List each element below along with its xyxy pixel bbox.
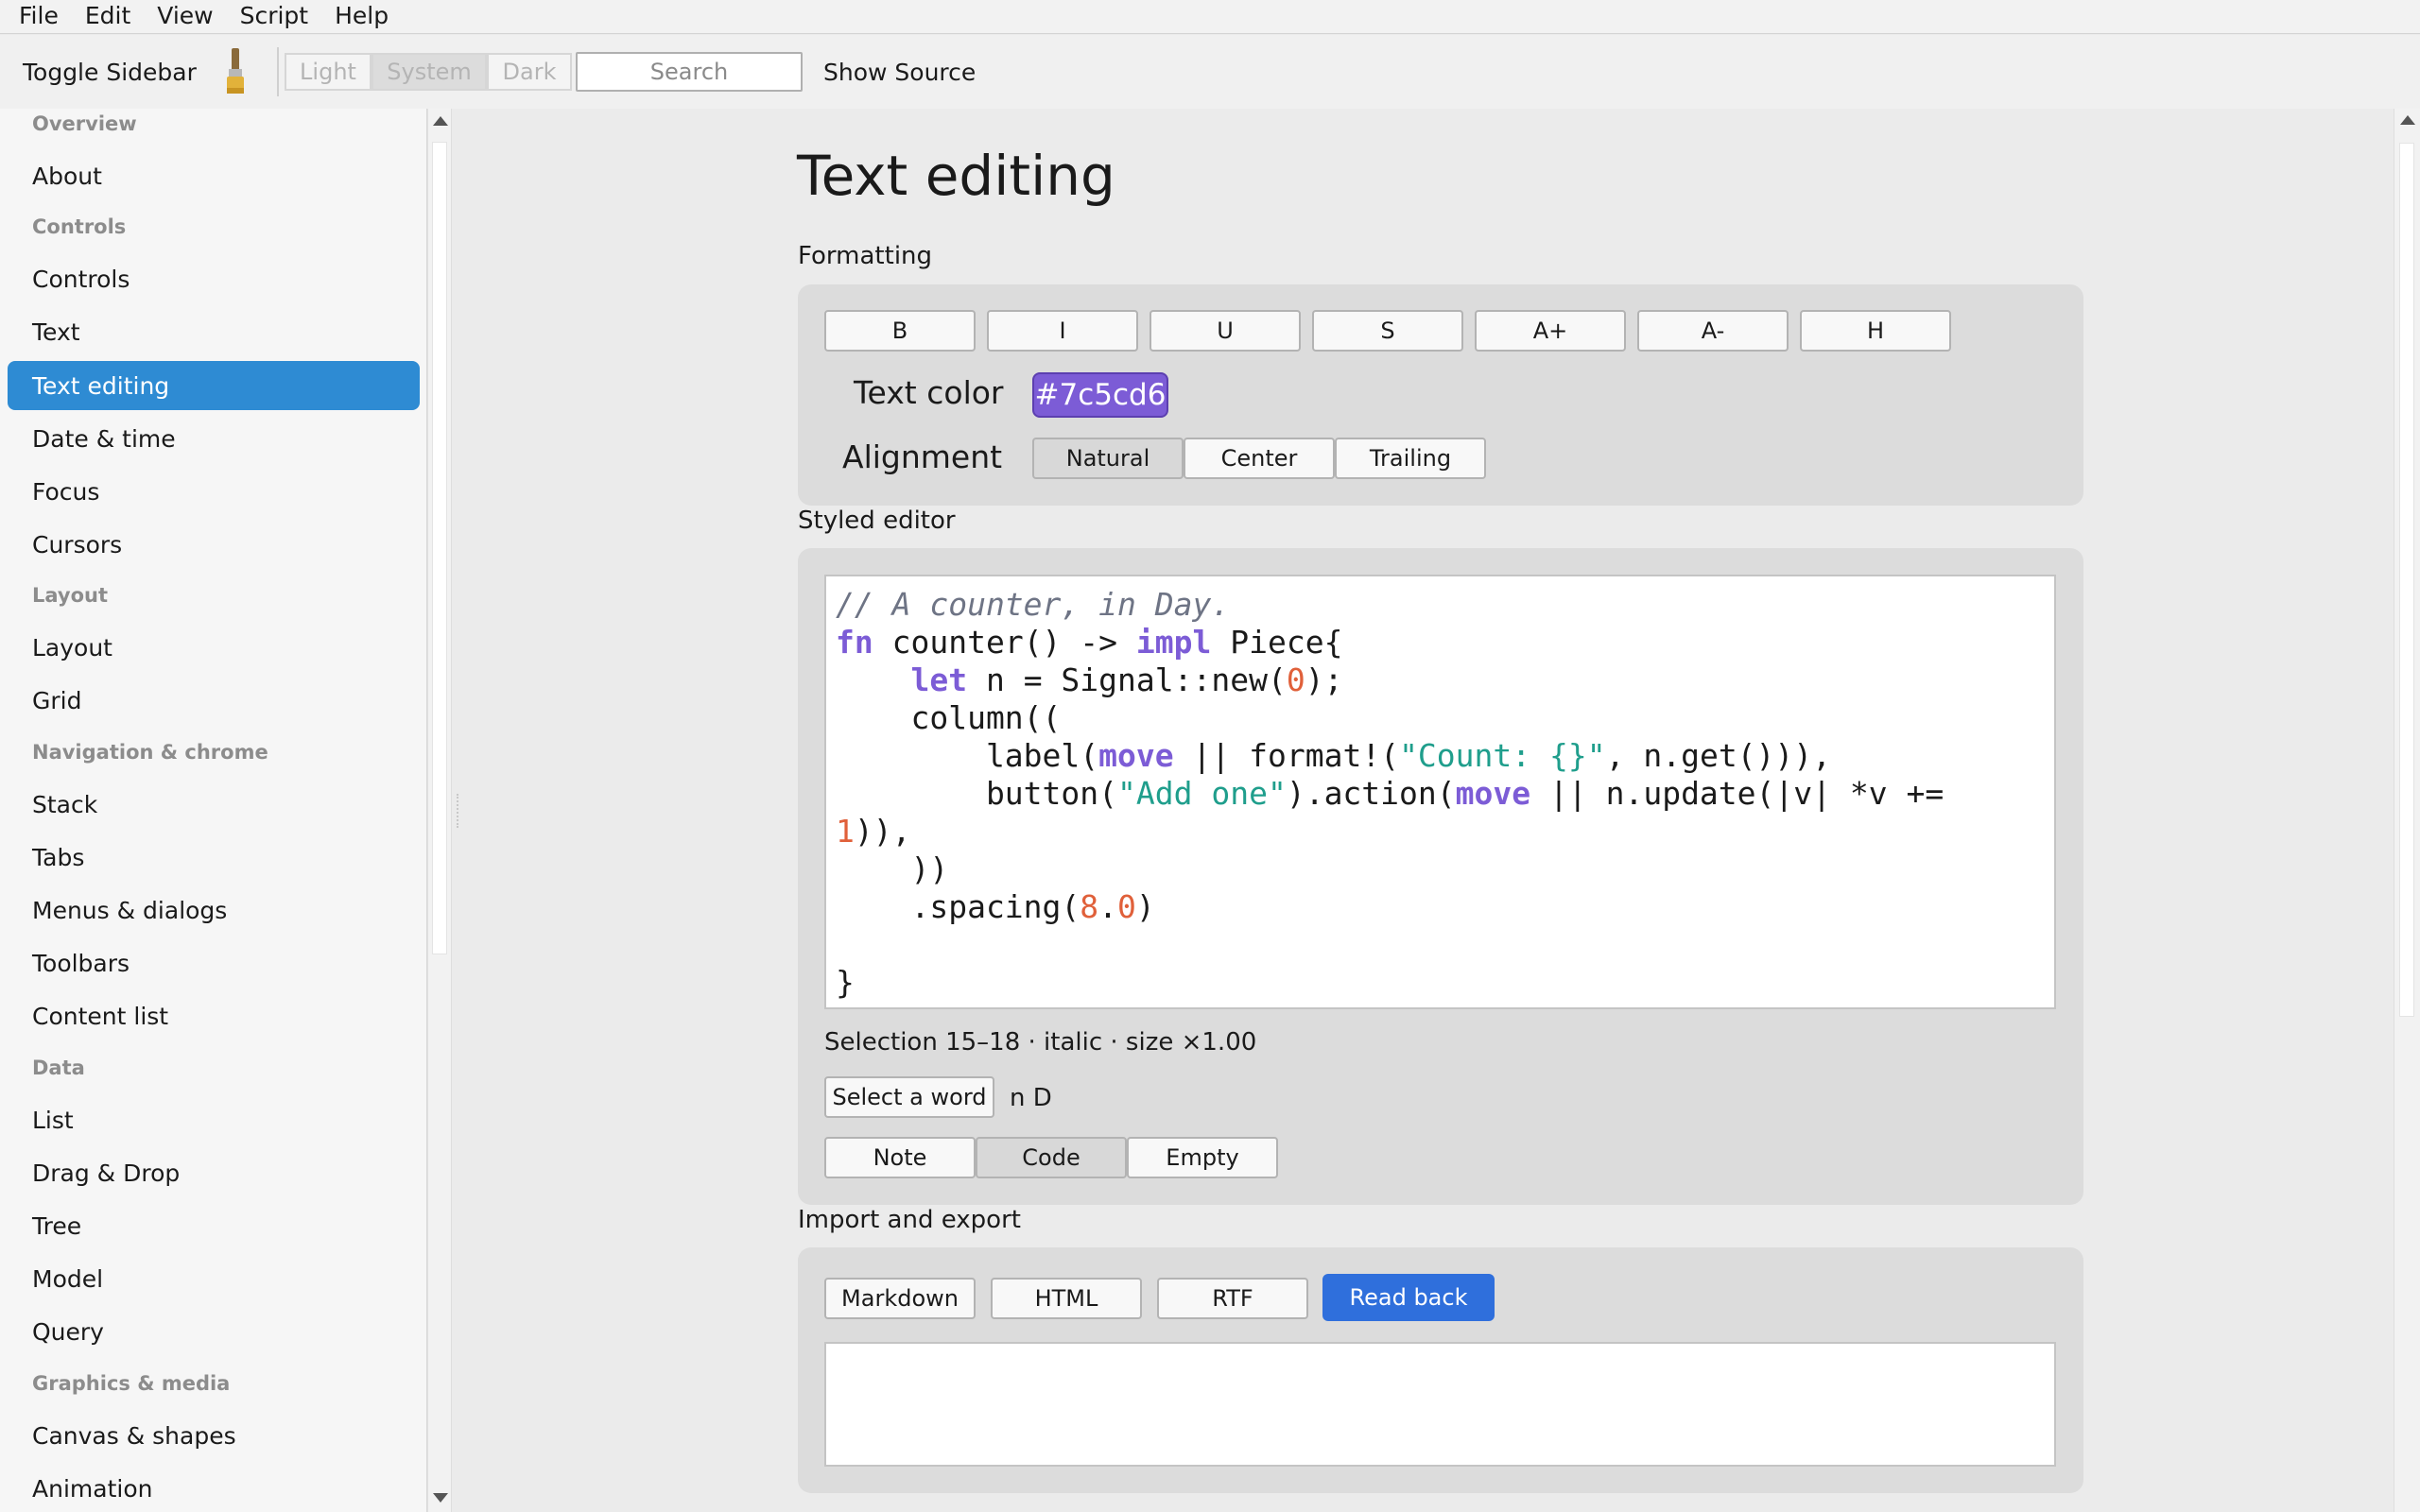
sidebar-item-focus[interactable]: Focus bbox=[8, 467, 420, 516]
scroll-up-arrow-icon[interactable] bbox=[433, 116, 448, 126]
theme-system-button[interactable]: System bbox=[372, 53, 487, 91]
sidebar-item-tree[interactable]: Tree bbox=[8, 1201, 420, 1250]
sidebar-item-layout[interactable]: Layout bbox=[8, 623, 420, 672]
sidebar-item-stack[interactable]: Stack bbox=[8, 780, 420, 829]
theme-dark-button[interactable]: Dark bbox=[487, 53, 572, 91]
text-color-label: Text color bbox=[854, 374, 1004, 411]
sidebar-item-content-list[interactable]: Content list bbox=[8, 991, 420, 1040]
sidebar-heading-graphics: Graphics & media bbox=[32, 1372, 231, 1395]
toolbar-separator bbox=[277, 47, 279, 96]
decrease-size-button[interactable]: A- bbox=[1637, 310, 1789, 352]
theme-segmented-control: Light System Dark bbox=[285, 53, 572, 91]
code-line-9: .spacing(8.0) bbox=[836, 888, 1155, 925]
scroll-down-arrow-icon[interactable] bbox=[433, 1493, 448, 1503]
align-trailing-button[interactable]: Trailing bbox=[1335, 438, 1486, 479]
code-editor[interactable]: // A counter, in Day. fn counter() -> imp… bbox=[824, 575, 2056, 1009]
sidebar-item-canvas-shapes[interactable]: Canvas & shapes bbox=[8, 1411, 420, 1460]
export-output-field[interactable] bbox=[824, 1342, 2056, 1467]
menu-script[interactable]: Script bbox=[227, 0, 322, 34]
code-line-1: // A counter, in Day. bbox=[836, 586, 1231, 623]
toolbar: Toggle Sidebar Light System Dark Search … bbox=[0, 35, 2420, 109]
menu-edit[interactable]: Edit bbox=[72, 0, 144, 34]
export-markdown-button[interactable]: Markdown bbox=[824, 1278, 976, 1319]
menu-help[interactable]: Help bbox=[321, 0, 402, 34]
code-line-3: let n = Signal::new(0); bbox=[910, 662, 1343, 698]
highlight-button[interactable]: H bbox=[1800, 310, 1951, 352]
show-source-button[interactable]: Show Source bbox=[823, 59, 976, 86]
sidebar-heading-data: Data bbox=[32, 1057, 85, 1079]
sidebar-item-drag-drop[interactable]: Drag & Drop bbox=[8, 1148, 420, 1197]
page-title: Text editing bbox=[797, 144, 1115, 208]
main-scroll-thumb[interactable] bbox=[2399, 143, 2414, 1017]
selected-word-text: n D bbox=[1010, 1084, 1052, 1112]
sidebar-heading-overview: Overview bbox=[32, 112, 137, 135]
sidebar-item-toolbars[interactable]: Toolbars bbox=[8, 938, 420, 988]
sidebar-item-grid[interactable]: Grid bbox=[8, 676, 420, 725]
sidebar-scrollbar[interactable] bbox=[427, 109, 452, 1512]
styled-editor-section-label: Styled editor bbox=[798, 507, 956, 535]
selection-info: Selection 15–18 · italic · size ×1.00 bbox=[824, 1028, 1257, 1057]
select-word-button[interactable]: Select a word bbox=[824, 1076, 994, 1118]
sidebar-heading-controls: Controls bbox=[32, 215, 127, 238]
strikethrough-button[interactable]: S bbox=[1312, 310, 1463, 352]
code-line-11: } bbox=[836, 964, 855, 1001]
sidebar-item-animation[interactable]: Animation bbox=[8, 1464, 420, 1512]
sidebar-item-controls[interactable]: Controls bbox=[8, 254, 420, 303]
preset-note-button[interactable]: Note bbox=[824, 1137, 976, 1178]
sidebar-item-text-editing[interactable]: Text editing bbox=[8, 361, 420, 410]
main-scrollbar[interactable] bbox=[2394, 109, 2420, 1512]
align-natural-button[interactable]: Natural bbox=[1032, 438, 1184, 479]
bold-button[interactable]: B bbox=[824, 310, 976, 352]
sidebar-item-menus-dialogs[interactable]: Menus & dialogs bbox=[8, 885, 420, 935]
sidebar-item-model[interactable]: Model bbox=[8, 1254, 420, 1303]
main-scroll-up-arrow-icon[interactable] bbox=[2400, 115, 2415, 125]
preset-empty-button[interactable]: Empty bbox=[1127, 1137, 1278, 1178]
code-line-7: 1)), bbox=[836, 813, 911, 850]
sidebar: Overview About Controls Controls Text Te… bbox=[0, 109, 427, 1512]
code-line-4: column(( bbox=[836, 699, 1062, 736]
code-line-5: label(move || format!("Count: {}", n.get… bbox=[836, 737, 1832, 774]
read-back-button[interactable]: Read back bbox=[1322, 1274, 1495, 1321]
export-html-button[interactable]: HTML bbox=[991, 1278, 1142, 1319]
italic-button[interactable]: I bbox=[987, 310, 1138, 352]
align-center-button[interactable]: Center bbox=[1184, 438, 1335, 479]
sidebar-item-text[interactable]: Text bbox=[8, 307, 420, 356]
export-rtf-button[interactable]: RTF bbox=[1157, 1278, 1308, 1319]
sidebar-item-about[interactable]: About bbox=[8, 151, 420, 200]
underline-button[interactable]: U bbox=[1150, 310, 1301, 352]
alignment-label: Alignment bbox=[842, 438, 1003, 475]
paintbrush-icon[interactable] bbox=[220, 46, 251, 97]
sidebar-item-query[interactable]: Query bbox=[8, 1307, 420, 1356]
code-line-8: )) bbox=[836, 850, 949, 887]
text-color-picker[interactable]: #7c5cd6 bbox=[1032, 372, 1168, 418]
preset-code-button[interactable]: Code bbox=[976, 1137, 1127, 1178]
sidebar-item-date-time[interactable]: Date & time bbox=[8, 414, 420, 463]
search-input[interactable]: Search bbox=[576, 52, 803, 92]
menu-bar: File Edit View Script Help bbox=[0, 0, 2420, 34]
theme-light-button[interactable]: Light bbox=[285, 53, 372, 91]
sidebar-scroll-thumb[interactable] bbox=[432, 142, 447, 954]
import-export-section-label: Import and export bbox=[798, 1206, 1021, 1234]
sidebar-item-tabs[interactable]: Tabs bbox=[8, 833, 420, 882]
increase-size-button[interactable]: A+ bbox=[1475, 310, 1626, 352]
sidebar-item-list[interactable]: List bbox=[8, 1095, 420, 1144]
sidebar-heading-layout: Layout bbox=[32, 584, 109, 607]
code-line-6: button("Add one").action(move || n.updat… bbox=[836, 775, 1945, 812]
sidebar-heading-navigation: Navigation & chrome bbox=[32, 741, 268, 764]
code-line-2: fn counter() -> impl Piece{ bbox=[836, 624, 1343, 661]
formatting-section-label: Formatting bbox=[798, 242, 933, 270]
menu-file[interactable]: File bbox=[6, 0, 72, 34]
toggle-sidebar-button[interactable]: Toggle Sidebar bbox=[23, 59, 216, 86]
sidebar-item-cursors[interactable]: Cursors bbox=[8, 520, 420, 569]
menu-view[interactable]: View bbox=[144, 0, 226, 34]
split-view-divider-handle[interactable] bbox=[457, 794, 459, 828]
